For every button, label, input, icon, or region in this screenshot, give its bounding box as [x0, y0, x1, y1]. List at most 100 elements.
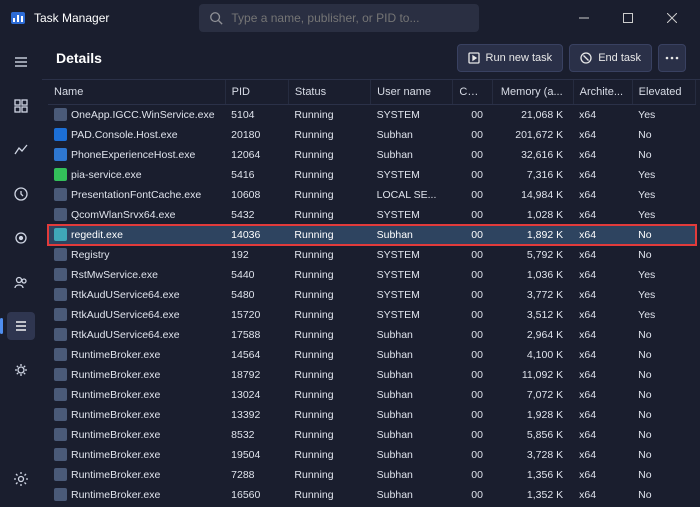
cell-arch: x64	[573, 145, 632, 165]
search-input[interactable]	[231, 11, 469, 25]
col-cpu[interactable]: CPU	[453, 80, 493, 105]
col-name[interactable]: Name	[48, 80, 225, 105]
cell-arch: x64	[573, 325, 632, 345]
nav-app-history[interactable]	[7, 180, 35, 208]
cell-arch: x64	[573, 385, 632, 405]
nav-rail	[0, 36, 42, 507]
process-icon	[54, 448, 67, 461]
table-row[interactable]: RtkAudUService64.exe5480RunningSYSTEM003…	[48, 285, 696, 305]
table-row[interactable]: RtkAudUService64.exe17588RunningSubhan00…	[48, 325, 696, 345]
cell-cpu: 00	[453, 265, 493, 285]
nav-details[interactable]	[7, 312, 35, 340]
maximize-button[interactable]	[606, 2, 650, 34]
hamburger-icon[interactable]	[7, 48, 35, 76]
nav-performance[interactable]	[7, 136, 35, 164]
cell-status: Running	[288, 265, 370, 285]
cell-pid: 14036	[225, 225, 288, 245]
cell-elevated: Yes	[632, 205, 695, 225]
cell-memory: 3,772 K	[493, 285, 573, 305]
cell-name: RuntimeBroker.exe	[48, 365, 225, 385]
table-row[interactable]: RuntimeBroker.exe19504RunningSubhan003,7…	[48, 445, 696, 465]
cell-memory: 32,616 K	[493, 145, 573, 165]
table-row[interactable]: RuntimeBroker.exe7288RunningSubhan001,35…	[48, 465, 696, 485]
close-button[interactable]	[650, 2, 694, 34]
process-icon	[54, 268, 67, 281]
table-row[interactable]: PresentationFontCache.exe10608RunningLOC…	[48, 185, 696, 205]
table-row[interactable]: QcomWlanSrvx64.exe5432RunningSYSTEM001,0…	[48, 205, 696, 225]
table-row[interactable]: RuntimeBroker.exe18792RunningSubhan0011,…	[48, 365, 696, 385]
col-status[interactable]: Status	[288, 80, 370, 105]
cell-pid: 5480	[225, 285, 288, 305]
cell-arch: x64	[573, 185, 632, 205]
end-task-button[interactable]: End task	[569, 44, 652, 72]
table-row[interactable]: pia-service.exe5416RunningSYSTEM007,316 …	[48, 165, 696, 185]
table-row[interactable]: Registry192RunningSYSTEM005,792 Kx64No	[48, 245, 696, 265]
table-row[interactable]: RuntimeBroker.exe16560RunningSubhan001,3…	[48, 485, 696, 505]
cell-cpu: 00	[453, 205, 493, 225]
table-row[interactable]: RuntimeBroker.exe8532RunningSubhan005,85…	[48, 425, 696, 445]
cell-pid: 18792	[225, 365, 288, 385]
cell-cpu: 00	[453, 325, 493, 345]
app-icon	[10, 10, 26, 26]
cell-arch: x64	[573, 105, 632, 126]
cell-cpu: 00	[453, 425, 493, 445]
nav-services[interactable]	[7, 356, 35, 384]
app-title: Task Manager	[34, 11, 109, 25]
cell-status: Running	[288, 225, 370, 245]
table-row[interactable]: RuntimeBroker.exe13024RunningSubhan007,0…	[48, 385, 696, 405]
col-elevated[interactable]: Elevated	[632, 80, 695, 105]
cell-memory: 1,928 K	[493, 405, 573, 425]
cell-cpu: 00	[453, 125, 493, 145]
process-icon	[54, 248, 67, 261]
cell-arch: x64	[573, 345, 632, 365]
cell-cpu: 00	[453, 365, 493, 385]
cell-name: RtkAudUService64.exe	[48, 325, 225, 345]
table-row[interactable]: PAD.Console.Host.exe20180RunningSubhan00…	[48, 125, 696, 145]
cell-elevated: No	[632, 225, 695, 245]
process-icon	[54, 188, 67, 201]
table-row[interactable]: RtkAudUService64.exe15720RunningSYSTEM00…	[48, 305, 696, 325]
cell-arch: x64	[573, 445, 632, 465]
more-options-button[interactable]	[658, 44, 686, 72]
cell-status: Running	[288, 365, 370, 385]
col-arch[interactable]: Archite...	[573, 80, 632, 105]
table-row[interactable]: RuntimeBroker.exe13392RunningSubhan001,9…	[48, 405, 696, 425]
cell-status: Running	[288, 105, 370, 126]
table-row[interactable]: OneApp.IGCC.WinService.exe5104RunningSYS…	[48, 105, 696, 126]
column-header-row[interactable]: Name PID Status User name CPU Memory (a.…	[48, 80, 696, 105]
cell-pid: 12064	[225, 145, 288, 165]
nav-startup[interactable]	[7, 224, 35, 252]
nav-processes[interactable]	[7, 92, 35, 120]
process-table[interactable]: Name PID Status User name CPU Memory (a.…	[42, 80, 700, 507]
nav-settings[interactable]	[7, 465, 35, 493]
cell-status: Running	[288, 205, 370, 225]
cell-elevated: Yes	[632, 185, 695, 205]
run-new-task-button[interactable]: Run new task	[457, 44, 564, 72]
process-icon	[54, 488, 67, 501]
cell-name: RuntimeBroker.exe	[48, 445, 225, 465]
cell-memory: 3,512 K	[493, 305, 573, 325]
table-row[interactable]: RuntimeBroker.exe14564RunningSubhan004,1…	[48, 345, 696, 365]
col-user[interactable]: User name	[371, 80, 453, 105]
process-icon	[54, 228, 67, 241]
cell-elevated: No	[632, 485, 695, 505]
table-row[interactable]: regedit.exe14036RunningSubhan001,892 Kx6…	[48, 225, 696, 245]
table-row[interactable]: PhoneExperienceHost.exe12064RunningSubha…	[48, 145, 696, 165]
cell-cpu: 00	[453, 405, 493, 425]
nav-users[interactable]	[7, 268, 35, 296]
cell-memory: 1,892 K	[493, 225, 573, 245]
cell-elevated: Yes	[632, 265, 695, 285]
search-box[interactable]	[199, 4, 479, 32]
process-icon	[54, 388, 67, 401]
cell-memory: 14,984 K	[493, 185, 573, 205]
process-icon	[54, 288, 67, 301]
cell-name: RtkAudUService64.exe	[48, 285, 225, 305]
minimize-button[interactable]	[562, 2, 606, 34]
cell-arch: x64	[573, 465, 632, 485]
col-pid[interactable]: PID	[225, 80, 288, 105]
process-icon	[54, 168, 67, 181]
cell-arch: x64	[573, 305, 632, 325]
cell-name: PAD.Console.Host.exe	[48, 125, 225, 145]
col-memory[interactable]: Memory (a...	[493, 80, 573, 105]
table-row[interactable]: RstMwService.exe5440RunningSYSTEM001,036…	[48, 265, 696, 285]
